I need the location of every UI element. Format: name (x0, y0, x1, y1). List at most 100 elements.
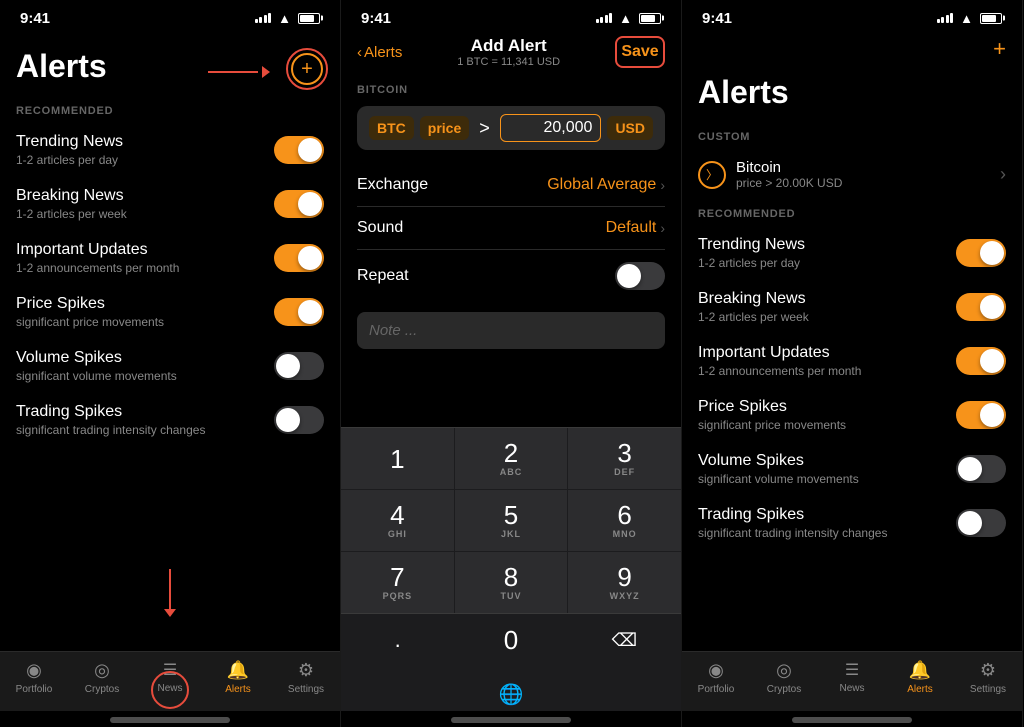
toggle-price-spikes-3[interactable] (956, 401, 1006, 429)
settings-icon-3: ⚙ (980, 660, 996, 681)
toggle-breaking-news[interactable] (274, 190, 324, 218)
cond-btc-tag[interactable]: BTC (369, 116, 414, 140)
numpad-key-1[interactable]: 1 (341, 428, 454, 489)
alert-item-trading-spikes: Trading Spikes significant trading inten… (0, 393, 340, 447)
tab-cryptos-3[interactable]: ◎ Cryptos (750, 660, 818, 695)
status-icons-2: ▲ (596, 11, 661, 26)
tab-cryptos-1[interactable]: ◎ Cryptos (68, 660, 136, 695)
toggle-trending-news-3[interactable] (956, 239, 1006, 267)
portfolio-icon-3: ◉ (708, 660, 724, 681)
toggle-breaking-news-3[interactable] (956, 293, 1006, 321)
exchange-row[interactable]: Exchange Global Average › (357, 164, 665, 207)
toggle-volume-spikes-3[interactable] (956, 455, 1006, 483)
alert-name: Volume Spikes (16, 349, 274, 367)
page-title-1: Alerts (16, 48, 324, 85)
tab-portfolio-1[interactable]: ◉ Portfolio (0, 660, 68, 695)
wifi-icon-3: ▲ (960, 11, 973, 26)
panel-alerts-list: 9:41 ▲ + Alerts RECOMMENDED Trending New… (0, 0, 341, 727)
alert-item-price-spikes-3: Price Spikes significant price movements (682, 388, 1022, 442)
note-placeholder: Note ... (369, 322, 417, 339)
add-button-3[interactable]: + (993, 36, 1006, 62)
numpad-key-8[interactable]: 8 TUV (455, 552, 568, 613)
repeat-label: Repeat (357, 267, 409, 285)
add-circle-highlight: + (286, 48, 328, 90)
tab-portfolio-3[interactable]: ◉ Portfolio (682, 660, 750, 695)
toggle-trading-spikes-3[interactable] (956, 509, 1006, 537)
wifi-icon-1: ▲ (278, 11, 291, 26)
save-button-highlight: Save (615, 36, 665, 68)
alerts-icon-1: 🔔 (227, 660, 249, 681)
back-label: Alerts (364, 44, 402, 61)
cond-currency[interactable]: USD (607, 116, 653, 140)
numpad-key-9[interactable]: 9 WXYZ (568, 552, 681, 613)
status-bar-1: 9:41 ▲ (0, 0, 340, 32)
home-indicator-2 (451, 717, 571, 723)
repeat-toggle[interactable] (615, 262, 665, 290)
numpad-key-4[interactable]: 4 GHI (341, 490, 454, 551)
cond-value[interactable]: 20,000 (500, 114, 602, 142)
status-bar-3: 9:41 ▲ (682, 0, 1022, 32)
exchange-value: Global Average (547, 176, 656, 194)
tab-label: Portfolio (698, 684, 735, 695)
status-bar-2: 9:41 ▲ (341, 0, 681, 32)
alerts-tab-arrow (164, 569, 176, 617)
tab-settings-3[interactable]: ⚙ Settings (954, 660, 1022, 695)
page-title-container-3: Alerts (682, 70, 1022, 123)
alert-item-breaking-news-3: Breaking News 1-2 articles per week (682, 280, 1022, 334)
numpad-bottom: . 0 ⌫ (341, 613, 681, 674)
tab-label: Portfolio (16, 684, 53, 695)
alert-sub: significant price movements (698, 418, 956, 432)
status-icons-1: ▲ (255, 11, 320, 26)
alert-item-important-updates: Important Updates 1-2 announcements per … (0, 231, 340, 285)
status-time-1: 9:41 (20, 10, 50, 27)
numpad-key-7[interactable]: 7 PQRS (341, 552, 454, 613)
page-title-3: Alerts (698, 74, 1006, 111)
alert-item-important-updates-3: Important Updates 1-2 announcements per … (682, 334, 1022, 388)
add-button-1[interactable]: + (291, 53, 323, 85)
tab-label: Cryptos (767, 684, 801, 695)
numpad-key-3[interactable]: 3 DEF (568, 428, 681, 489)
condition-row: BTC price > 20,000 USD (357, 106, 665, 150)
chevron-right-icon: › (660, 177, 665, 193)
globe-icon[interactable]: 🌐 (499, 682, 524, 707)
tab-alerts-3[interactable]: 🔔 Alerts (886, 660, 954, 695)
alert-sub: 1-2 articles per day (698, 256, 956, 270)
toggle-important-updates-3[interactable] (956, 347, 1006, 375)
alert-name: Important Updates (698, 344, 956, 362)
toggle-trading-spikes[interactable] (274, 406, 324, 434)
alert-name: Breaking News (16, 187, 274, 205)
toggle-price-spikes[interactable] (274, 298, 324, 326)
battery-icon-2 (639, 13, 661, 24)
tab-settings-1[interactable]: ⚙ Settings (272, 660, 340, 695)
toggle-trending-news[interactable] (274, 136, 324, 164)
tab-news-3[interactable]: ☰ News (818, 660, 886, 695)
numpad-delete-key[interactable]: ⌫ (568, 614, 681, 666)
numpad-zero-key[interactable]: 0 (454, 614, 567, 666)
custom-section-label: CUSTOM (682, 123, 1022, 149)
toggle-volume-spikes[interactable] (274, 352, 324, 380)
save-button[interactable]: Save (621, 43, 658, 61)
numpad-key-6[interactable]: 6 MNO (568, 490, 681, 551)
toggle-important-updates[interactable] (274, 244, 324, 272)
nav-bar-1: + (0, 32, 340, 44)
numpad-key-5[interactable]: 5 JKL (455, 490, 568, 551)
cond-price-tag[interactable]: price (420, 116, 469, 140)
alert-name: Price Spikes (698, 398, 956, 416)
alert-item-price-spikes: Price Spikes significant price movements (0, 285, 340, 339)
sound-label: Sound (357, 219, 403, 237)
sound-row[interactable]: Sound Default › (357, 207, 665, 250)
back-button[interactable]: ‹ Alerts (357, 44, 402, 61)
note-field[interactable]: Note ... (357, 312, 665, 349)
custom-alert-sub: price > 20.00K USD (736, 176, 842, 190)
numpad-dot-key[interactable]: . (341, 614, 454, 666)
status-time-2: 9:41 (361, 10, 391, 27)
cryptos-icon-1: ◎ (94, 660, 110, 681)
alert-name: Trending News (698, 236, 956, 254)
alert-sub: significant volume movements (16, 369, 274, 383)
tab-label: Settings (970, 684, 1006, 695)
tab-alerts-1[interactable]: 🔔 Alerts (204, 660, 272, 695)
numpad-key-2[interactable]: 2 ABC (455, 428, 568, 489)
section-recommended-1: RECOMMENDED (0, 97, 340, 123)
zero-symbol: 0 (504, 625, 518, 656)
sound-value-group: Default › (606, 219, 665, 237)
